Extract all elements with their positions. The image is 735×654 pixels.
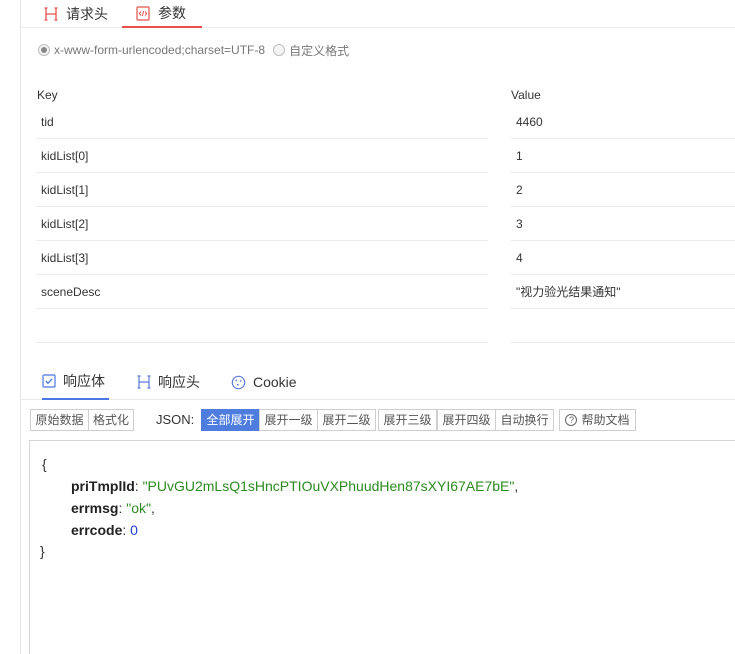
json-number-value: 0 — [130, 522, 138, 538]
tab-cookie[interactable]: Cookie — [231, 364, 297, 400]
param-key-field[interactable]: sceneDesc — [36, 275, 488, 309]
param-row: kidList[1] 2 — [0, 173, 735, 207]
param-value-field[interactable]: 2 — [511, 173, 735, 207]
format-button[interactable]: 格式化 — [88, 409, 134, 431]
param-row: kidList[3] 4 — [0, 241, 735, 275]
json-key: priTmplId — [71, 478, 135, 494]
param-key-field[interactable]: kidList[0] — [36, 139, 488, 173]
param-key-field[interactable]: kidList[2] — [36, 207, 488, 241]
expand-all-button[interactable]: 全部展开 — [201, 409, 260, 431]
radio-dot[interactable] — [273, 44, 286, 56]
param-key-field[interactable]: tid — [36, 105, 488, 139]
response-tabs: 响应体 响应头 Cookie — [20, 364, 735, 400]
json-field: errmsg: "ok", — [71, 500, 155, 516]
raw-data-button[interactable]: 原始数据 — [30, 409, 89, 431]
param-key-field[interactable] — [36, 309, 488, 343]
radio-dot[interactable] — [38, 44, 50, 56]
header-h-icon — [137, 375, 151, 389]
content-type-selector: x-www-form-urlencoded;charset=UTF-8 自定义格… — [38, 41, 357, 59]
checkbox-icon — [42, 374, 56, 388]
tab-label: 响应体 — [63, 373, 105, 389]
param-value-field[interactable]: 4460 — [511, 105, 735, 139]
param-value-field[interactable]: "视力验光结果通知" — [511, 275, 735, 309]
json-field: errcode: 0 — [71, 522, 138, 538]
help-docs-button[interactable]: ? 帮助文档 — [559, 409, 636, 431]
param-key-field[interactable]: kidList[1] — [36, 173, 488, 207]
expand-level-3-button[interactable]: 展开三级 — [378, 409, 437, 431]
param-value-field[interactable] — [511, 309, 735, 343]
param-key-field[interactable]: kidList[3] — [36, 241, 488, 275]
tab-request-headers[interactable]: 请求头 — [44, 0, 108, 28]
json-open-brace: { — [42, 456, 47, 472]
code-doc-icon — [136, 5, 150, 21]
param-row: tid 4460 — [0, 105, 735, 139]
expand-level-1-button[interactable]: 展开一级 — [259, 409, 318, 431]
param-value-field[interactable]: 3 — [511, 207, 735, 241]
tab-label: Cookie — [253, 374, 297, 390]
tab-label: 请求头 — [66, 6, 108, 22]
json-string-value: "ok" — [126, 500, 151, 516]
json-label: JSON: — [156, 412, 195, 427]
header-h-icon — [44, 7, 58, 21]
json-string-value: "PUvGU2mLsQ1sHncPTIOuVXPhuudHen87sXYI67A… — [142, 478, 515, 494]
tab-label: 响应头 — [158, 374, 200, 390]
param-row: kidList[0] 1 — [0, 139, 735, 173]
radio-urlencoded[interactable]: x-www-form-urlencoded;charset=UTF-8 — [38, 43, 265, 57]
expand-level-2-button[interactable]: 展开二级 — [317, 409, 376, 431]
column-header-value: Value — [511, 88, 541, 102]
tab-params[interactable]: 参数 — [122, 0, 202, 28]
response-toolbar: 原始数据 格式化 JSON: 全部展开 展开一级 展开二级 展开三级 展开四级 … — [0, 409, 735, 431]
expand-level-4-button[interactable]: 展开四级 — [437, 409, 496, 431]
radio-label: x-www-form-urlencoded;charset=UTF-8 — [54, 43, 266, 57]
tab-response-headers[interactable]: 响应头 — [137, 364, 200, 400]
param-value-field[interactable]: 1 — [511, 139, 735, 173]
json-key: errmsg — [71, 500, 119, 516]
json-close-brace: } — [40, 543, 45, 559]
tab-response-body[interactable]: 响应体 — [42, 364, 109, 400]
param-row: kidList[2] 3 — [0, 207, 735, 241]
response-json-viewer[interactable]: { priTmplId: "PUvGU2mLsQ1sHncPTIOuVXPhuu… — [29, 440, 735, 654]
cookie-icon — [231, 375, 246, 390]
param-row: sceneDesc "视力验光结果通知" — [0, 275, 735, 309]
json-key: errcode — [71, 522, 123, 538]
json-field: priTmplId: "PUvGU2mLsQ1sHncPTIOuVXPhuudH… — [71, 478, 519, 494]
radio-label: 自定义格式 — [289, 43, 350, 58]
auto-wrap-button[interactable]: 自动换行 — [495, 409, 554, 431]
help-icon: ? — [565, 414, 578, 426]
tab-label: 参数 — [158, 5, 186, 21]
param-value-field[interactable]: 4 — [511, 241, 735, 275]
request-tabs: 请求头 参数 — [20, 0, 735, 28]
param-row-empty — [0, 309, 735, 343]
radio-custom-format[interactable]: 自定义格式 — [273, 42, 349, 59]
help-label: 帮助文档 — [581, 413, 630, 427]
column-header-key: Key — [37, 88, 58, 102]
